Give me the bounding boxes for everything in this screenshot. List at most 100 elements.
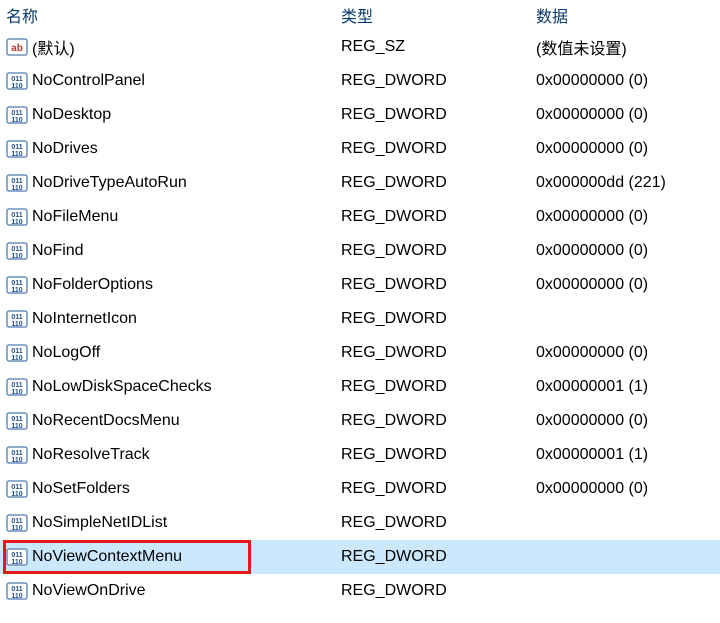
cell-type: REG_DWORD: [335, 242, 530, 260]
value-type-label: REG_DWORD: [341, 548, 447, 565]
cell-name: NoFileMenu: [0, 206, 335, 228]
reg-dword-icon: [6, 70, 28, 92]
cell-data: 0x00000000 (0): [530, 276, 720, 294]
reg-dword-icon: [6, 478, 28, 500]
value-type-label: REG_DWORD: [341, 72, 447, 89]
table-row[interactable]: NoViewContextMenu REG_DWORD: [0, 540, 720, 574]
cell-data: 0x00000001 (1): [530, 378, 720, 396]
reg-dword-icon: [6, 546, 28, 568]
value-name-label: NoFileMenu: [32, 208, 118, 226]
table-row[interactable]: NoFolderOptionsREG_DWORD0x00000000 (0): [0, 268, 720, 302]
reg-dword-icon: [6, 172, 28, 194]
cell-data: 0x00000001 (1): [530, 446, 720, 464]
column-header-data[interactable]: 数据: [530, 3, 720, 27]
reg-dword-icon: [6, 376, 28, 398]
reg-dword-icon: [6, 104, 28, 126]
cell-data: 0x00000000 (0): [530, 140, 720, 158]
rows-container: (默认) REG_SZ (数值未设置) NoControlPanel REG_DWORD…: [0, 30, 720, 608]
table-row[interactable]: NoRecentDocsMenuREG_DWORD0x00000000 (0): [0, 404, 720, 438]
table-row[interactable]: NoDrives REG_DWORD 0x00000000 (0): [0, 132, 720, 166]
value-type-label: REG_DWORD: [341, 480, 447, 497]
value-name-label: NoLowDiskSpaceChecks: [32, 378, 212, 396]
cell-type: REG_SZ: [335, 38, 530, 56]
value-name-label: NoFind: [32, 242, 84, 260]
value-data-label: 0x00000000 (0): [536, 72, 648, 89]
value-name-label: NoSimpleNetIDList: [32, 514, 167, 532]
reg-dword-icon: [6, 240, 28, 262]
cell-type: REG_DWORD: [335, 310, 530, 328]
value-data-label: 0x00000000 (0): [536, 140, 648, 157]
table-row[interactable]: NoSetFolders REG_DWORD 0x00000000 (0): [0, 472, 720, 506]
cell-name: (默认): [0, 35, 335, 59]
cell-type: REG_DWORD: [335, 140, 530, 158]
cell-type: REG_DWORD: [335, 72, 530, 90]
value-type-label: REG_DWORD: [341, 208, 447, 225]
value-type-label: REG_DWORD: [341, 242, 447, 259]
reg-dword-icon: [6, 138, 28, 160]
table-row[interactable]: NoDriveTypeAutoRunREG_DWORD0x000000dd (2…: [0, 166, 720, 200]
cell-type: REG_DWORD: [335, 548, 530, 566]
cell-type: REG_DWORD: [335, 378, 530, 396]
value-type-label: REG_DWORD: [341, 514, 447, 531]
cell-name: NoDriveTypeAutoRun: [0, 172, 335, 194]
value-name-label: NoResolveTrack: [32, 446, 150, 464]
table-row[interactable]: NoViewOnDrive REG_DWORD: [0, 574, 720, 608]
value-name-label: (默认): [32, 35, 75, 59]
value-name-label: NoViewOnDrive: [32, 582, 146, 600]
cell-data: 0x000000dd (221): [530, 174, 720, 192]
value-type-label: REG_DWORD: [341, 582, 447, 599]
value-type-label: REG_DWORD: [341, 140, 447, 157]
value-data-label: 0x00000000 (0): [536, 344, 648, 361]
cell-name: NoControlPanel: [0, 70, 335, 92]
value-data-label: 0x00000000 (0): [536, 276, 648, 293]
cell-type: REG_DWORD: [335, 446, 530, 464]
reg-string-icon: [6, 36, 28, 58]
cell-name: NoResolveTrack: [0, 444, 335, 466]
value-data-label: 0x00000000 (0): [536, 106, 648, 123]
cell-name: NoFind: [0, 240, 335, 262]
value-name-label: NoDrives: [32, 140, 98, 158]
value-name-label: NoDesktop: [32, 106, 111, 124]
value-data-label: 0x00000000 (0): [536, 208, 648, 225]
value-name-label: NoControlPanel: [32, 72, 145, 90]
value-name-label: NoLogOff: [32, 344, 100, 362]
table-row[interactable]: NoSimpleNetIDList REG_DWORD: [0, 506, 720, 540]
reg-dword-icon: [6, 444, 28, 466]
column-header-name[interactable]: 名称: [0, 3, 335, 27]
column-header-type[interactable]: 类型: [335, 3, 530, 27]
table-row[interactable]: NoDesktop REG_DWORD 0x00000000 (0): [0, 98, 720, 132]
table-row[interactable]: (默认) REG_SZ (数值未设置): [0, 30, 720, 64]
registry-list-view[interactable]: 名称 类型 数据 (默认) REG_SZ (数值未设置) NoControlPanel…: [0, 0, 720, 608]
cell-name: NoLowDiskSpaceChecks: [0, 376, 335, 398]
table-row[interactable]: NoControlPanel REG_DWORD 0x00000000 (0): [0, 64, 720, 98]
table-row[interactable]: NoResolveTrack REG_DWORD 0x00000001 (1): [0, 438, 720, 472]
value-data-label: (数值未设置): [536, 41, 627, 58]
cell-name: NoViewOnDrive: [0, 580, 335, 602]
value-type-label: REG_DWORD: [341, 378, 447, 395]
table-row[interactable]: NoFileMenu REG_DWORD 0x00000000 (0): [0, 200, 720, 234]
value-data-label: 0x00000001 (1): [536, 446, 648, 463]
cell-data: 0x00000000 (0): [530, 72, 720, 90]
value-type-label: REG_DWORD: [341, 344, 447, 361]
cell-data: 0x00000000 (0): [530, 480, 720, 498]
table-row[interactable]: NoFindREG_DWORD0x00000000 (0): [0, 234, 720, 268]
cell-name: NoDrives: [0, 138, 335, 160]
cell-type: REG_DWORD: [335, 106, 530, 124]
reg-dword-icon: [6, 512, 28, 534]
table-row[interactable]: NoLogOff REG_DWORD 0x00000000 (0): [0, 336, 720, 370]
value-data-label: 0x00000001 (1): [536, 378, 648, 395]
cell-name: NoSetFolders: [0, 478, 335, 500]
column-header-row: 名称 类型 数据: [0, 0, 720, 30]
value-name-label: NoSetFolders: [32, 480, 130, 498]
value-name-label: NoDriveTypeAutoRun: [32, 174, 187, 192]
cell-name: NoInternetIcon: [0, 308, 335, 330]
table-row[interactable]: NoLowDiskSpaceChecks REG_DWORD 0x00000001 …: [0, 370, 720, 404]
table-row[interactable]: NoInternetIcon REG_DWORD: [0, 302, 720, 336]
cell-data: 0x00000000 (0): [530, 208, 720, 226]
reg-dword-icon: [6, 410, 28, 432]
value-name-label: NoViewContextMenu: [32, 548, 182, 566]
cell-type: REG_DWORD: [335, 344, 530, 362]
value-data-label: 0x00000000 (0): [536, 480, 648, 497]
value-type-label: REG_DWORD: [341, 310, 447, 327]
value-type-label: REG_DWORD: [341, 412, 447, 429]
